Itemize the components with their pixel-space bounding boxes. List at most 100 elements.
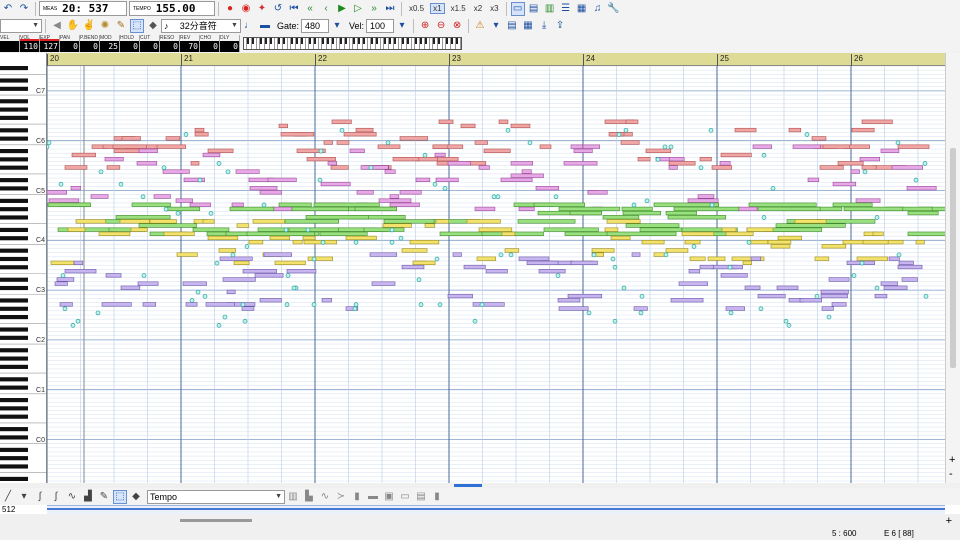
- note-block[interactable]: [543, 227, 599, 232]
- note-block[interactable]: [725, 306, 745, 311]
- note-block[interactable]: [56, 277, 75, 282]
- line-tool-icon[interactable]: ╱: [1, 490, 15, 504]
- note-block[interactable]: [452, 252, 462, 257]
- black-key[interactable]: [0, 356, 28, 361]
- note-block[interactable]: [668, 161, 696, 166]
- note-block[interactable]: [47, 190, 68, 195]
- note-block[interactable]: [539, 144, 552, 149]
- note-block[interactable]: [345, 235, 377, 241]
- note-block[interactable]: [162, 169, 190, 174]
- drum-hit[interactable]: [140, 194, 146, 200]
- redo-icon[interactable]: ↷: [17, 2, 31, 16]
- note-block[interactable]: [535, 186, 560, 191]
- pencil-icon[interactable]: ✎: [114, 19, 128, 33]
- note-block[interactable]: [856, 256, 888, 261]
- note-block[interactable]: [263, 252, 292, 257]
- note-block[interactable]: [474, 140, 488, 145]
- drum-hit[interactable]: [612, 264, 618, 270]
- note-block[interactable]: [558, 306, 589, 311]
- note-block[interactable]: [820, 289, 849, 295]
- drum-hit[interactable]: [422, 152, 428, 158]
- note-block[interactable]: [742, 260, 752, 266]
- black-key[interactable]: [0, 277, 28, 282]
- drum-hit[interactable]: [758, 306, 764, 312]
- black-key[interactable]: [0, 236, 28, 241]
- drum-hit[interactable]: [555, 273, 561, 278]
- drum-hit[interactable]: [242, 318, 248, 324]
- note-block[interactable]: [254, 273, 284, 278]
- note-block[interactable]: [510, 173, 544, 178]
- black-key[interactable]: [0, 447, 28, 452]
- note-block[interactable]: [837, 161, 864, 166]
- note-block[interactable]: [602, 215, 640, 220]
- note-block[interactable]: [71, 152, 96, 158]
- drum-hit[interactable]: [851, 273, 857, 278]
- note-block[interactable]: [409, 240, 440, 245]
- drum-hit[interactable]: [708, 127, 714, 133]
- drum-hit[interactable]: [339, 127, 345, 133]
- note-block[interactable]: [897, 144, 930, 149]
- note-block[interactable]: [678, 281, 708, 286]
- note-block[interactable]: [639, 227, 683, 232]
- black-key[interactable]: [0, 306, 28, 311]
- note-block[interactable]: [176, 252, 198, 257]
- note-length-select[interactable]: ♪ 32分音符 ▼: [161, 18, 241, 33]
- black-key[interactable]: [0, 157, 28, 162]
- mixer-cho[interactable]: CHO 0: [200, 34, 220, 52]
- note-block[interactable]: [770, 244, 791, 249]
- black-key[interactable]: [0, 364, 28, 369]
- note-block[interactable]: [667, 215, 727, 220]
- note-block[interactable]: [399, 190, 422, 195]
- note-block[interactable]: [269, 235, 290, 241]
- drum-hit[interactable]: [222, 314, 228, 320]
- note-block[interactable]: [259, 190, 282, 195]
- note-block[interactable]: [192, 227, 230, 232]
- note-block[interactable]: [447, 293, 473, 299]
- note-block[interactable]: [518, 256, 550, 261]
- erase-tool-icon[interactable]: ◆: [129, 490, 143, 504]
- drum-hit[interactable]: [161, 165, 167, 171]
- note-block[interactable]: [460, 123, 476, 129]
- note-block[interactable]: [219, 256, 253, 261]
- piano-roll-grid[interactable]: [47, 66, 945, 483]
- mini-key[interactable]: [458, 37, 461, 49]
- drum-hit[interactable]: [728, 310, 734, 316]
- note-block[interactable]: [280, 132, 315, 137]
- eraser-icon[interactable]: ◆: [146, 19, 160, 33]
- drum-hit[interactable]: [240, 302, 246, 307]
- note-block[interactable]: [621, 206, 653, 212]
- note-block[interactable]: [557, 298, 581, 303]
- note-block[interactable]: [831, 302, 847, 307]
- pencil-tool-icon[interactable]: ✎: [97, 490, 111, 504]
- note-block[interactable]: [725, 231, 754, 236]
- note-block[interactable]: [641, 240, 665, 245]
- note-block[interactable]: [821, 306, 834, 311]
- note-block[interactable]: [510, 123, 531, 129]
- note-block[interactable]: [606, 219, 641, 224]
- note-block[interactable]: [175, 198, 193, 203]
- note-block[interactable]: [861, 119, 893, 124]
- black-key[interactable]: [0, 215, 28, 220]
- list-icon[interactable]: ☰: [559, 2, 573, 16]
- note-block[interactable]: [343, 132, 377, 137]
- note-block[interactable]: [720, 152, 752, 158]
- note-block[interactable]: [518, 206, 535, 212]
- curve-tool-icon[interactable]: ∫: [33, 490, 47, 504]
- note-block[interactable]: [606, 231, 677, 236]
- drum-hit[interactable]: [814, 293, 820, 299]
- note-block[interactable]: [278, 123, 288, 129]
- note-block[interactable]: [67, 227, 86, 232]
- black-key[interactable]: [0, 165, 28, 170]
- drum-hit[interactable]: [195, 289, 201, 295]
- note-block[interactable]: [248, 240, 264, 245]
- note-block[interactable]: [292, 240, 303, 245]
- black-key[interactable]: [0, 406, 28, 411]
- note-block[interactable]: [608, 132, 625, 137]
- hammer-tool-icon[interactable]: ▬: [366, 490, 380, 504]
- drum-hit[interactable]: [261, 202, 267, 208]
- drum-hit[interactable]: [353, 240, 359, 245]
- note-block[interactable]: [226, 289, 236, 295]
- step-back-icon[interactable]: ‹: [319, 2, 333, 16]
- note-block[interactable]: [189, 202, 211, 207]
- note-block[interactable]: [115, 215, 171, 220]
